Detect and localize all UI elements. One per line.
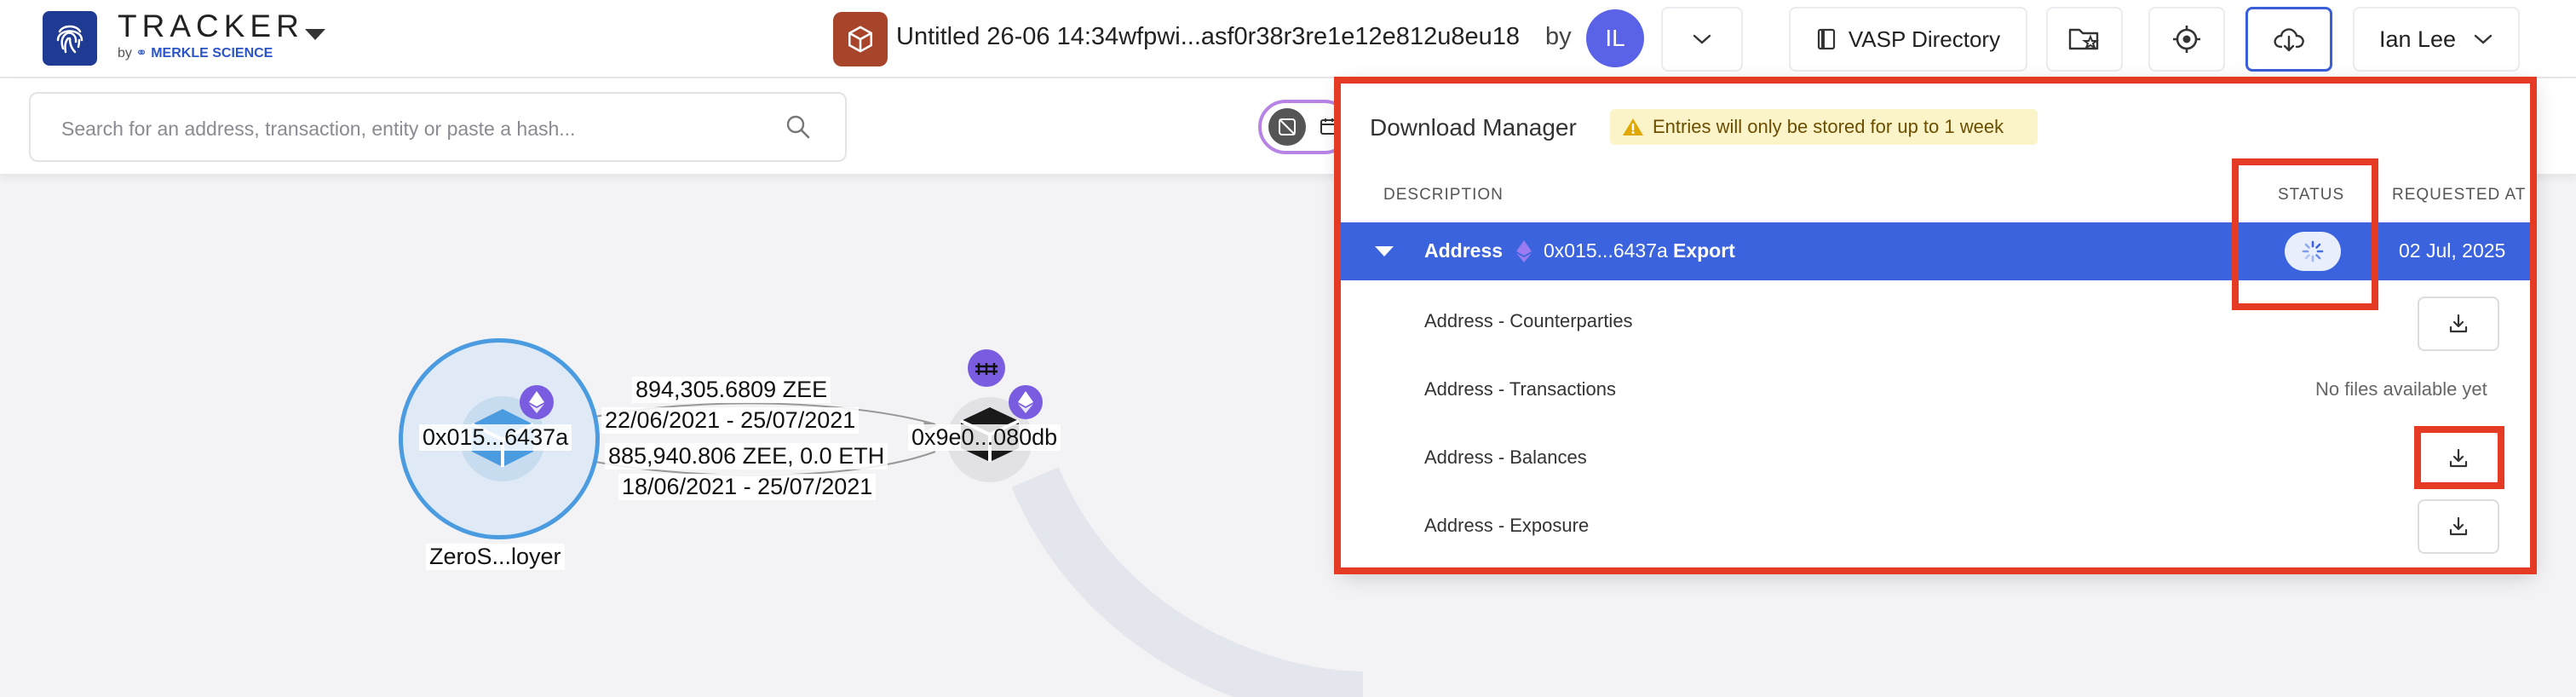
edge-bottom-amount: 885,940.806 ZEE, 0.0 ETH: [605, 443, 888, 469]
download-manager-title: Download Manager: [1370, 114, 1577, 141]
node-a-address-label: 0x015...6437a: [419, 424, 572, 451]
download-icon: [2449, 516, 2468, 536]
row-entity-type: Address: [1424, 239, 1504, 262]
status-in-progress: [2285, 232, 2341, 271]
download-button-exposure[interactable]: [2418, 499, 2499, 554]
crosshair-icon: [2173, 26, 2200, 53]
retention-warning-text: Entries will only be stored for up to 1 …: [1653, 116, 2004, 137]
sub-row-label: Address - Balances: [1424, 446, 1587, 468]
ethereum-icon: [520, 385, 554, 419]
owner-avatar[interactable]: IL: [1586, 9, 1644, 67]
download-manager-button[interactable]: [2245, 7, 2332, 72]
ethereum-icon: [1516, 240, 1532, 262]
chevron-down-icon: [1693, 34, 1711, 44]
column-header-description: DESCRIPTION: [1383, 186, 1504, 204]
column-header-status: STATUS: [2278, 186, 2345, 204]
loading-spinner-icon: [2302, 240, 2324, 262]
row-requested-date: 02 Jul, 2025: [2399, 239, 2506, 262]
sub-row-label: Address - Exposure: [1424, 515, 1590, 536]
download-manager-panel: Download Manager Entries will only be st…: [1341, 80, 2533, 571]
ethereum-icon: [1009, 385, 1043, 419]
retention-warning-badge: Entries will only be stored for up to 1 …: [1610, 109, 2038, 145]
background-watermark: [1011, 466, 1363, 697]
user-menu-button[interactable]: Ian Lee: [2353, 7, 2520, 72]
chevron-down-icon: [2474, 34, 2493, 44]
vasp-directory-label: VASP Directory: [1848, 26, 2001, 52]
row-action: Export: [1673, 239, 1735, 262]
download-icon: [2449, 448, 2468, 468]
node-b-address-label: 0x9e0...080db: [908, 424, 1061, 451]
row-address: 0x015...6437a: [1544, 239, 1668, 262]
book-icon: [1817, 28, 1835, 50]
edge-top-amount: 894,305.6809 ZEE: [632, 377, 831, 403]
edge-bottom-dates: 18/06/2021 - 25/07/2021: [618, 474, 877, 500]
table-row-selected[interactable]: Address 0x015...6437a Export 02 Jul, 202…: [1341, 222, 2533, 280]
column-header-requested-at: REQUESTED AT: [2392, 186, 2527, 204]
download-icon: [2449, 314, 2468, 333]
vasp-directory-button[interactable]: VASP Directory: [1789, 7, 2027, 72]
collaborators-dropdown-button[interactable]: [1661, 7, 1743, 72]
download-button-counterparties[interactable]: [2418, 297, 2499, 351]
no-files-status: No files available yet: [2315, 378, 2487, 400]
user-name: Ian Lee: [2378, 26, 2457, 52]
folder-star-icon: [2068, 28, 2099, 50]
sub-row-label: Address - Counterparties: [1424, 310, 1633, 331]
caret-down-icon[interactable]: [1373, 245, 1395, 258]
node-a-entity-label: ZeroS...loyer: [426, 544, 565, 570]
by-label: by: [1545, 23, 1572, 50]
edge-top-dates: 22/06/2021 - 25/07/2021: [601, 407, 860, 434]
graph-canvas: [553, 402, 1363, 697]
sub-row-label: Address - Transactions: [1424, 378, 1616, 400]
locate-button[interactable]: [2148, 7, 2225, 72]
download-button-balances[interactable]: [2418, 431, 2499, 486]
saved-folder-button[interactable]: [2046, 7, 2123, 72]
warning-icon: [1623, 118, 1643, 135]
bridge-badge-icon: [968, 349, 1005, 387]
cloud-download-icon: [2274, 28, 2304, 52]
